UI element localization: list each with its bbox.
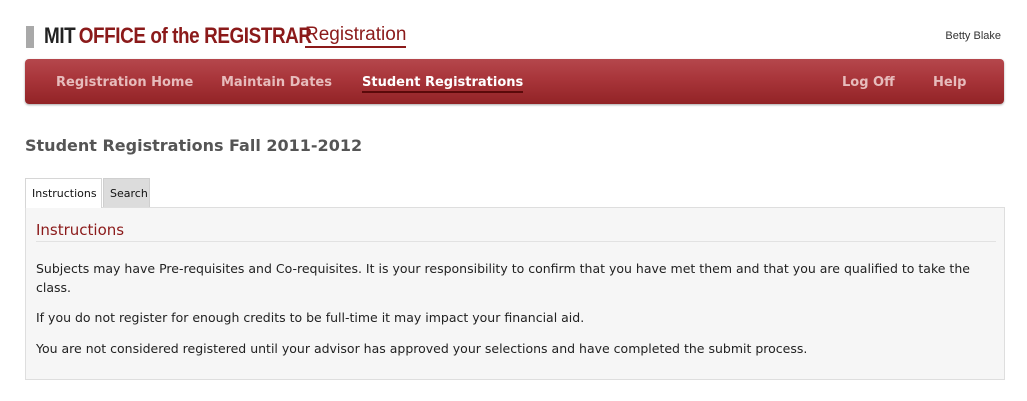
registrar-logo[interactable]: MIT OFFICE of the REGISTRAR	[44, 23, 312, 49]
logo-accent-bar	[26, 26, 34, 48]
logo-office-text: OFFICE of the REGISTRAR	[78, 23, 312, 48]
instruction-paragraph-advisor: You are not considered registered until …	[36, 341, 808, 356]
tab-instructions[interactable]: Instructions	[25, 178, 102, 208]
main-nav: Registration Home Maintain Dates Student…	[25, 59, 1004, 104]
nav-help[interactable]: Help	[933, 75, 966, 90]
tab-search[interactable]: Search	[103, 178, 150, 207]
panel-heading: Instructions	[36, 221, 125, 239]
panel-divider	[36, 241, 996, 242]
instructions-panel: Instructions Subjects may have Pre-requi…	[25, 207, 1005, 380]
page-title: Student Registrations Fall 2011-2012	[25, 136, 363, 155]
nav-registration-home[interactable]: Registration Home	[56, 75, 193, 90]
nav-student-registrations[interactable]: Student Registrations	[362, 75, 524, 93]
nav-maintain-dates[interactable]: Maintain Dates	[221, 75, 332, 90]
nav-log-off[interactable]: Log Off	[842, 75, 895, 90]
logo-mit-text: MIT	[44, 23, 76, 48]
user-name: Betty Blake	[945, 30, 1001, 42]
instruction-paragraph-prereqs: Subjects may have Pre-requisites and Co-…	[36, 261, 970, 295]
app-title-link[interactable]: Registration	[305, 24, 407, 48]
instruction-paragraph-financial-aid: If you do not register for enough credit…	[36, 310, 585, 325]
header: MIT OFFICE of the REGISTRAR Registration …	[0, 0, 1027, 58]
